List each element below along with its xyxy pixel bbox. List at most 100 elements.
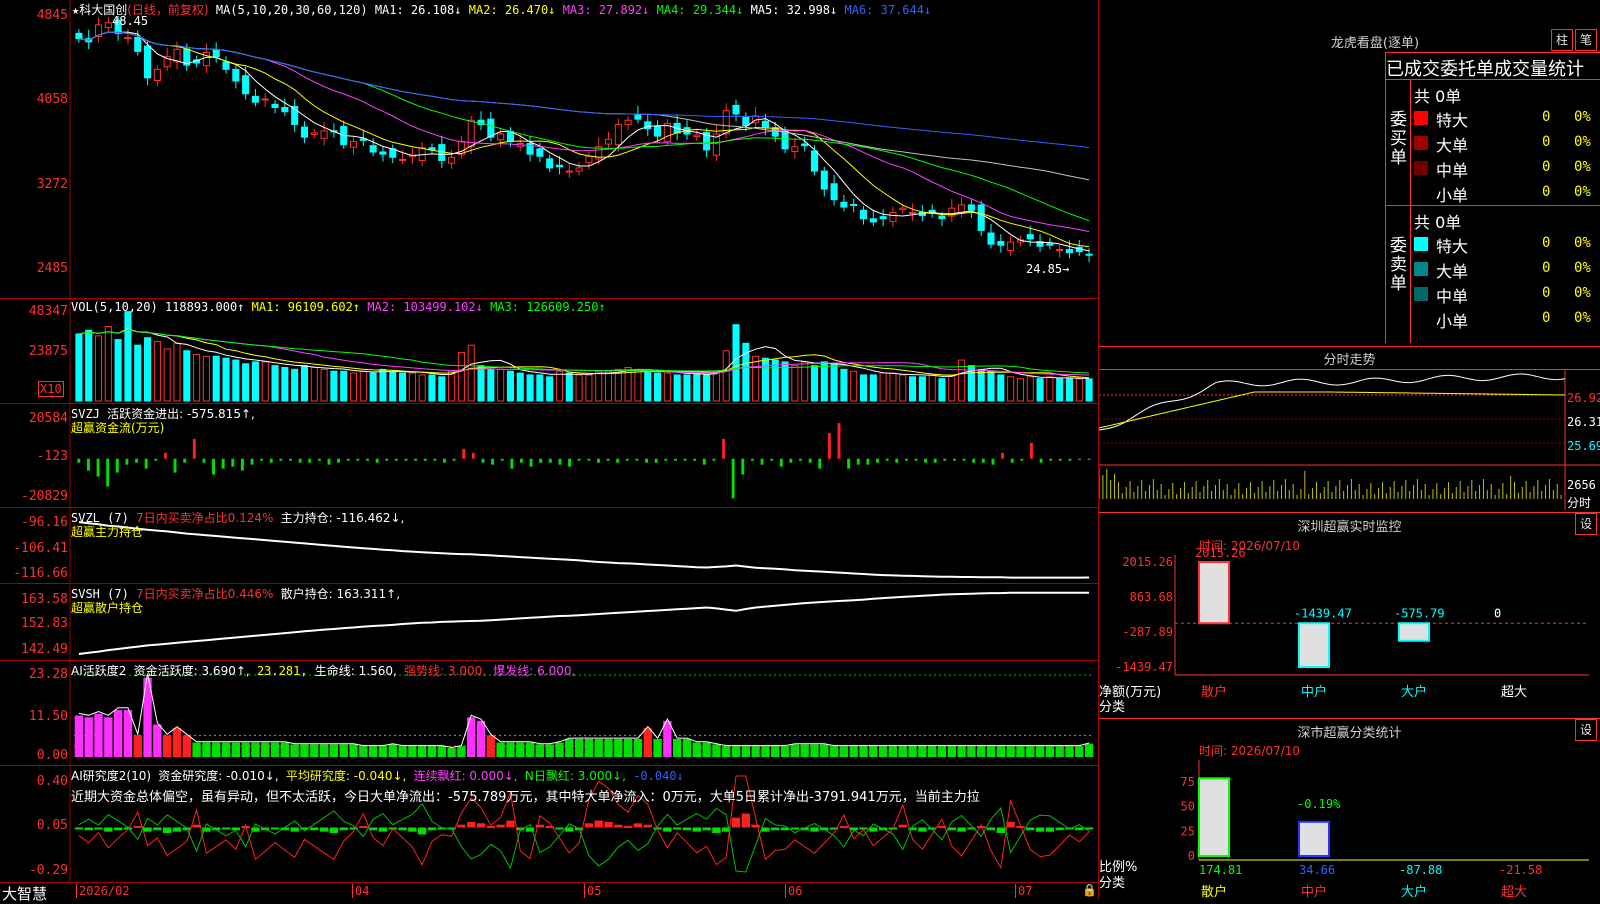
candle — [869, 218, 877, 223]
flow-bar — [953, 458, 956, 461]
volume-pane[interactable]: VOL(5,10,20) 118893.000↑ MA1: 96109.602↑… — [0, 299, 1098, 404]
szc-bar — [1198, 777, 1230, 857]
svzl-ytick: -96.16 — [21, 515, 68, 530]
lock-icon[interactable]: 🔒 — [1082, 883, 1097, 897]
svzj-subtitle: 超赢资金流(万元) — [71, 421, 165, 435]
activity-bar — [280, 742, 290, 757]
szc-category: 超大 — [1501, 885, 1527, 900]
research-bar — [584, 823, 594, 828]
research-bar — [594, 820, 603, 828]
svzl-pane[interactable]: SVZL (7) 7日内买卖净占比0.124% 主力持仓: -116.462↓,… — [0, 508, 1098, 584]
activity-bar — [84, 717, 93, 757]
volume-bar — [654, 372, 662, 402]
candle — [801, 143, 809, 147]
activity-bar — [447, 747, 456, 757]
candle — [144, 45, 152, 79]
candle — [555, 164, 564, 168]
volume-bar — [340, 370, 348, 402]
szc-ytick: 75 — [1181, 775, 1195, 789]
volume-bar — [173, 342, 181, 402]
sz-monitor-settings-button[interactable]: 设 — [1575, 513, 1597, 535]
volume-bar — [889, 372, 897, 402]
research-bar — [329, 827, 339, 834]
flow-bar — [587, 458, 591, 461]
flow-bar — [77, 458, 81, 463]
vol-ma1: MA1: 96109.602↑ — [251, 300, 361, 314]
flow-bar — [866, 458, 870, 465]
candle — [840, 201, 848, 208]
candle — [202, 51, 210, 67]
buy-total: 共 0单 — [1414, 87, 1462, 106]
volume-bar — [359, 370, 367, 402]
flow-bar — [1020, 458, 1024, 461]
ma-line-ma1 — [78, 31, 1090, 252]
price-chart — [69, 0, 1093, 298]
x-tick: 07 — [1015, 884, 1032, 898]
volume-bar — [153, 340, 161, 402]
flow-bar — [827, 433, 831, 459]
flow-bar — [433, 458, 437, 461]
activity-bar — [928, 746, 937, 757]
flow-bar — [722, 438, 725, 459]
flow-bar — [154, 458, 158, 461]
buy-swatch — [1414, 111, 1428, 125]
ai-research-pane[interactable]: AI研究度2(10) 资金研究度: -0.010↓, 平均研究度: -0.040… — [0, 766, 1098, 883]
flow-bar — [260, 458, 264, 461]
tick-mode-button[interactable]: 笔 — [1575, 29, 1597, 51]
activity-bar — [1035, 746, 1045, 757]
volume-bar — [487, 368, 495, 402]
flow-bar — [298, 458, 302, 463]
buy-row-percent: 0% — [1574, 184, 1591, 200]
research-bar — [643, 824, 652, 828]
volume-bar — [850, 370, 858, 402]
candle — [791, 146, 799, 152]
sz-monitor-pane: 2015.26 863.68 -287.89 -1439.47 2015.26 散户 -14… — [1099, 535, 1600, 715]
svsh-ytick: 152.83 — [21, 616, 68, 631]
activity-bar — [388, 744, 397, 757]
candle — [761, 120, 769, 129]
activity-bar — [104, 717, 113, 757]
candle — [742, 116, 750, 127]
intra-ytick: 26.92 — [1567, 391, 1600, 405]
activity-bar — [251, 742, 260, 757]
volume-bar — [555, 370, 564, 402]
candle — [271, 103, 279, 109]
szm-ytick: -287.89 — [1122, 625, 1173, 639]
price-pane[interactable]: ★科大国创(日线，前复权) MA(5,10,20,30,60,120) MA1:… — [0, 0, 1098, 299]
volume-bar — [722, 350, 730, 402]
x-tick: 06 — [785, 884, 802, 898]
ai-research-title: AI研究度2(10) — [71, 769, 152, 783]
volume-bar — [418, 374, 426, 402]
intraday-pane[interactable]: 26.92 26.31 25.69 2656 分时 — [1098, 370, 1600, 510]
svzj-pane[interactable]: SVZJ 活跃资金进出: -575.815↑, 超赢资金流(万元) 20584 … — [0, 404, 1098, 508]
candle — [614, 123, 622, 146]
szc-ytick: 0 — [1188, 849, 1195, 863]
szm-category: 散户 — [1201, 684, 1227, 700]
activity-bar — [1075, 746, 1084, 757]
activity-bar — [741, 746, 750, 757]
volume-chart — [69, 299, 1093, 403]
activity-bar — [123, 710, 133, 757]
activity-bar — [476, 720, 486, 757]
research-bar — [408, 827, 417, 832]
flow-bar — [750, 458, 754, 461]
sz-class-pane: 75 50 25 0 174.81 散户 34.66 中户 -87.88 大户 -21.58 超大 -0… — [1099, 740, 1600, 900]
flow-bar — [837, 423, 841, 459]
ma-params: MA(5,10,20,30,60,120) — [215, 3, 368, 17]
sz-class-settings-button[interactable]: 设 — [1575, 719, 1597, 741]
price-ytick: 3272 — [36, 177, 68, 192]
szm-value-label: 0 — [1494, 606, 1501, 620]
activity-bar — [163, 735, 172, 757]
ai-active-pane[interactable]: AI活跃度2 资金活跃度: 3.690↑, 23.281, 生命线: 1.560… — [0, 661, 1098, 766]
volume-bar — [1065, 378, 1074, 402]
volume-bar — [457, 352, 465, 402]
bar-mode-button[interactable]: 柱 — [1551, 29, 1573, 51]
research-bar — [839, 826, 849, 829]
x-tick: 2026/02 — [76, 884, 130, 898]
sell-row-name: 特大 — [1436, 237, 1469, 256]
research-bar — [810, 827, 819, 832]
candle — [75, 32, 83, 40]
activity-bar — [457, 746, 466, 757]
svsh-pane[interactable]: SVSH (7) 7日内买卖净占比0.446% 散户持仓: 163.311↑, … — [0, 584, 1098, 661]
buy-row-percent: 0% — [1574, 159, 1591, 175]
